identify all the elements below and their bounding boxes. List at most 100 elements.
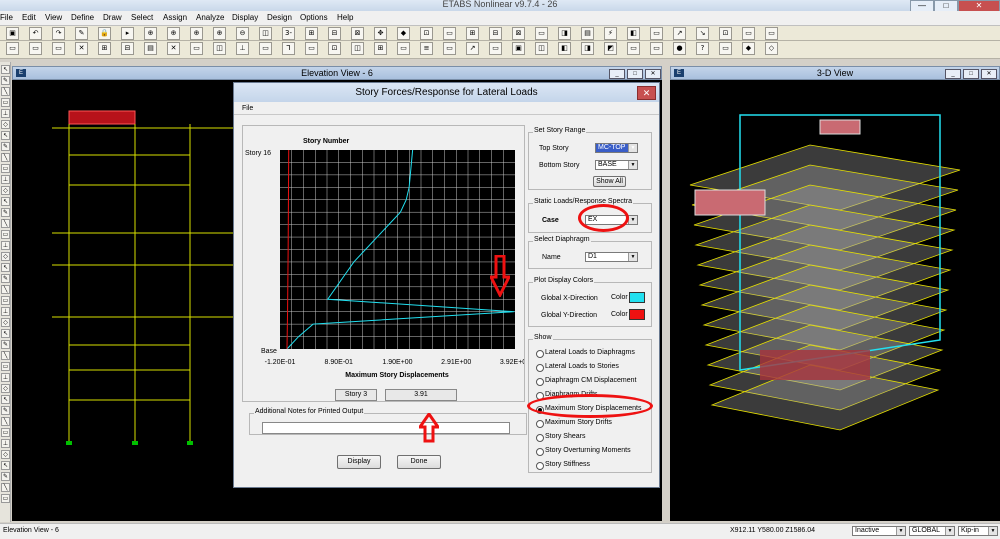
toolbar-button-icon[interactable]: ⊡ [719,27,732,40]
left-tool-icon[interactable]: ✎ [1,406,10,415]
toolbar-button-icon[interactable]: ⊞ [374,42,387,55]
left-tool-icon[interactable]: ▭ [1,428,10,437]
show-option-radio[interactable] [536,350,544,358]
toolbar-button-icon[interactable]: ✥ [374,27,387,40]
toolbar-button-icon[interactable]: ▸ [121,27,134,40]
left-tool-icon[interactable]: ↖ [1,395,10,404]
toolbar-button-icon[interactable]: ◆ [742,42,755,55]
toolbar-button-icon[interactable]: ▭ [650,42,663,55]
coord-system-select[interactable]: GLOBAL ▼ [909,526,955,536]
show-all-button[interactable]: Show All [593,176,626,187]
toolbar-button-icon[interactable]: ◇ [765,42,778,55]
menu-file[interactable]: File [0,13,13,22]
dialog-menu-file[interactable]: File [242,105,253,112]
menu-display[interactable]: Display [232,13,258,22]
toolbar-button-icon[interactable]: ▭ [52,42,65,55]
close-icon[interactable]: ✕ [981,69,997,79]
minimize-icon[interactable]: _ [609,69,625,79]
toolbar-button-icon[interactable]: ✎ [75,27,88,40]
left-tool-icon[interactable]: ╲ [1,417,10,426]
toolbar-button-icon[interactable]: ◫ [351,42,364,55]
show-option-radio[interactable] [536,462,544,470]
toolbar-button-icon[interactable]: ▣ [512,42,525,55]
toolbar-button-icon[interactable]: ▭ [305,42,318,55]
toolbar-button-icon[interactable]: ▭ [29,42,42,55]
display-button[interactable]: Display [337,455,381,469]
toolbar-button-icon[interactable]: ◨ [581,42,594,55]
left-tool-icon[interactable]: ↖ [1,263,10,272]
minimize-icon[interactable]: _ [945,69,961,79]
diaphragm-select[interactable]: D1 ▼ [585,252,638,262]
units-select[interactable]: Kip-in ▼ [958,526,998,536]
toolbar-button-icon[interactable]: ⊡ [420,27,433,40]
dialog-close-icon[interactable]: ✕ [637,86,656,100]
toolbar-button-icon[interactable]: ◧ [627,27,640,40]
show-option-radio[interactable] [536,434,544,442]
toolbar-button-icon[interactable]: ◫ [535,42,548,55]
menu-assign[interactable]: Assign [163,13,187,22]
left-tool-icon[interactable]: ╲ [1,153,10,162]
toolbar-button-icon[interactable]: 3-d [282,27,295,40]
toolbar-button-icon[interactable]: ✕ [75,42,88,55]
left-tool-icon[interactable]: ╲ [1,285,10,294]
toolbar-button-icon[interactable]: ⊞ [305,27,318,40]
toolbar-button-icon[interactable]: ⊟ [489,27,502,40]
left-tool-icon[interactable]: ⊥ [1,373,10,382]
left-tool-icon[interactable]: ▭ [1,494,10,503]
toolbar-button-icon[interactable]: ⊕ [167,27,180,40]
left-tool-icon[interactable]: ⊥ [1,109,10,118]
left-tool-icon[interactable]: ⊥ [1,241,10,250]
toolbar-button-icon[interactable]: ▭ [627,42,640,55]
toolbar-button-icon[interactable]: ▭ [535,27,548,40]
top-story-select[interactable]: MC-TOP ▼ [595,143,638,153]
close-icon[interactable]: ✕ [645,69,661,79]
toolbar-button-icon[interactable]: ↘ [696,27,709,40]
toolbar-button-icon[interactable]: ◨ [558,27,571,40]
left-tool-icon[interactable]: ◇ [1,120,10,129]
left-tool-icon[interactable]: ↖ [1,197,10,206]
toolbar-button-icon[interactable]: ⊠ [512,27,525,40]
bottom-story-select[interactable]: BASE ▼ [595,160,638,170]
left-tool-icon[interactable]: ◇ [1,186,10,195]
y-color-swatch[interactable] [629,309,645,320]
toolbar-button-icon[interactable]: ✕ [167,42,180,55]
left-tool-icon[interactable]: ↖ [1,461,10,470]
left-tool-icon[interactable]: ✎ [1,340,10,349]
show-option-label[interactable]: Maximum Story Drifts [545,419,612,426]
left-tool-icon[interactable]: ▭ [1,98,10,107]
menu-view[interactable]: View [45,13,62,22]
maximize-icon[interactable]: □ [627,69,643,79]
menu-design[interactable]: Design [267,13,292,22]
left-tool-icon[interactable]: ↖ [1,131,10,140]
left-tool-icon[interactable]: ✎ [1,208,10,217]
toolbar-button-icon[interactable]: ⊟ [121,42,134,55]
toolbar-button-icon[interactable]: Ꞁ [282,42,295,55]
toolbar-button-icon[interactable]: ◫ [213,42,226,55]
menu-select[interactable]: Select [131,13,153,22]
menu-draw[interactable]: Draw [103,13,122,22]
left-tool-icon[interactable]: ▭ [1,164,10,173]
left-tool-icon[interactable]: ▭ [1,296,10,305]
left-tool-icon[interactable]: ◇ [1,384,10,393]
show-option-radio[interactable] [536,420,544,428]
toolbar-button-icon[interactable]: ▤ [144,42,157,55]
toolbar-button-icon[interactable]: ▭ [742,27,755,40]
toolbar-button-icon[interactable]: ⊠ [351,27,364,40]
toolbar-button-icon[interactable]: ↗ [466,42,479,55]
show-option-label[interactable]: Story Overturning Moments [545,447,631,454]
left-tool-icon[interactable]: ▭ [1,230,10,239]
left-tool-icon[interactable]: ╲ [1,219,10,228]
left-tool-icon[interactable]: ✎ [1,472,10,481]
toolbar-button-icon[interactable]: ↶ [29,27,42,40]
left-tool-icon[interactable]: ╲ [1,87,10,96]
toolbar-button-icon[interactable]: ▭ [765,27,778,40]
toolbar-button-icon[interactable]: ≡ [420,42,433,55]
show-option-label[interactable]: Story Shears [545,433,585,440]
toolbar-button-icon[interactable]: ▣ [6,27,19,40]
toolbar-button-icon[interactable]: ▭ [6,42,19,55]
toolbar-button-icon[interactable]: ⊥ [236,42,249,55]
toolbar-button-icon[interactable]: ● [673,42,686,55]
left-tool-icon[interactable]: ◇ [1,252,10,261]
toolbar-button-icon[interactable]: ⊡ [328,42,341,55]
toolbar-button-icon[interactable]: ⊞ [98,42,111,55]
